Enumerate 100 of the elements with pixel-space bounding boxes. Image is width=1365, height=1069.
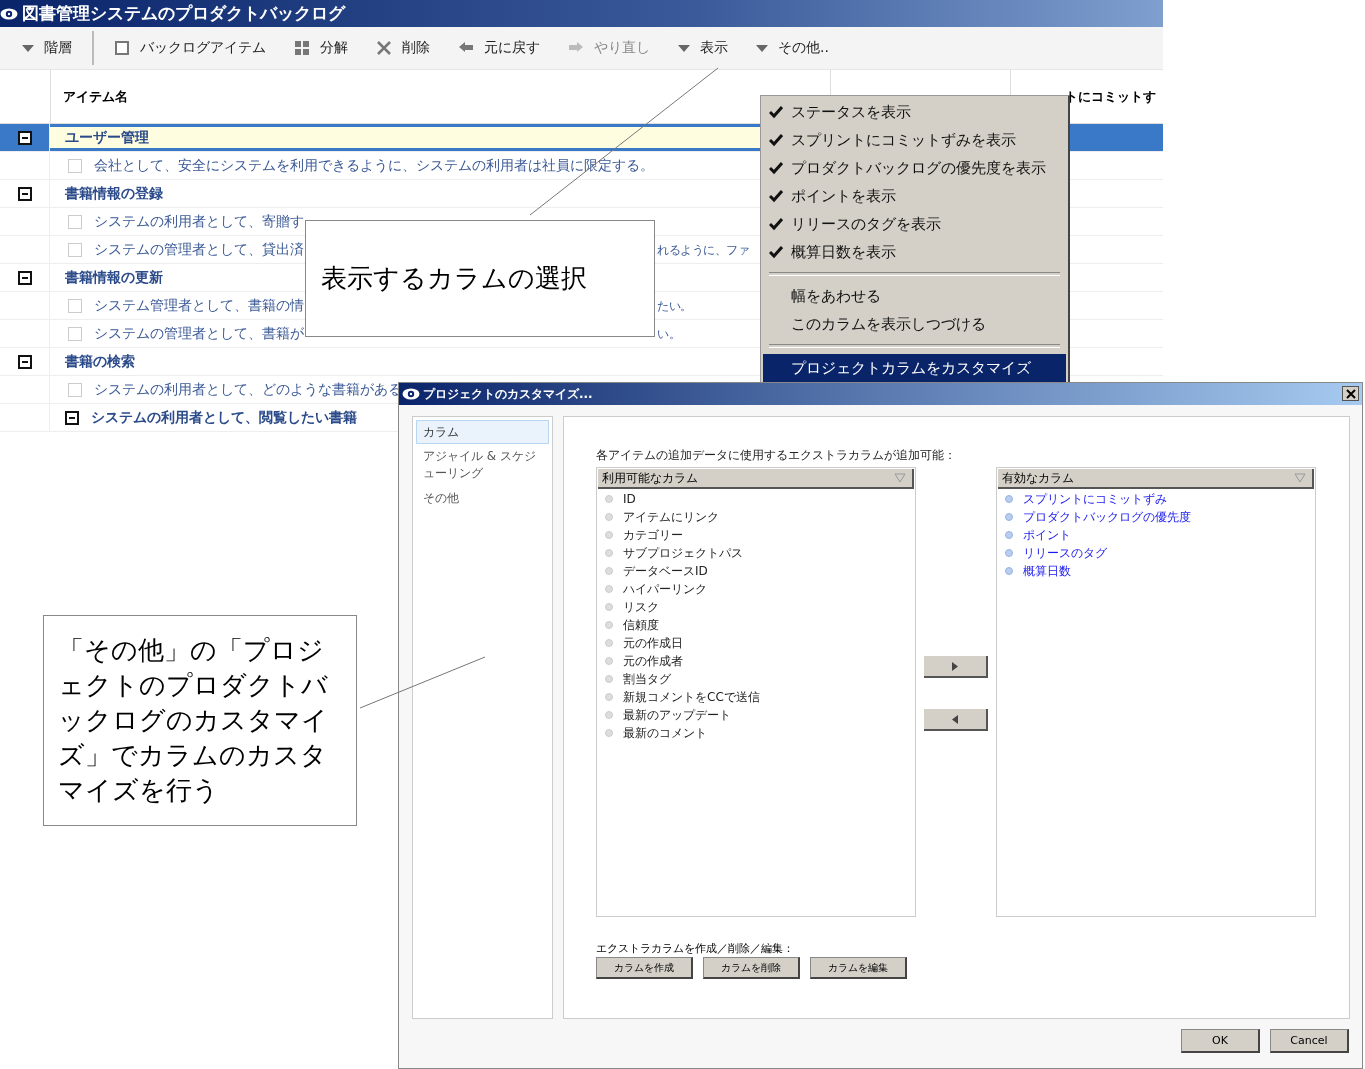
callout-box: 表示するカラムの選択 bbox=[305, 220, 655, 337]
dialog-button[interactable]: Cancel bbox=[1270, 1029, 1349, 1053]
nav-item[interactable]: その他 bbox=[416, 486, 549, 510]
column-header[interactable]: アイテム名 bbox=[63, 87, 128, 106]
item-text[interactable]: システムの利用者として、閲覧したい書籍 bbox=[91, 408, 357, 427]
toolbar-button[interactable]: 削除 bbox=[362, 32, 444, 64]
toolbar-button[interactable]: バックログアイテム bbox=[100, 32, 280, 64]
collapse-icon[interactable] bbox=[17, 186, 32, 201]
nav-item[interactable]: アジャイル & スケジューリング bbox=[416, 446, 549, 484]
item-text[interactable]: システムの管理者として、書籍が bbox=[94, 324, 304, 343]
group-title[interactable]: 書籍の検索 bbox=[65, 352, 135, 371]
caret-icon bbox=[756, 44, 768, 52]
list-item[interactable]: アイテムにリンク bbox=[623, 508, 719, 526]
column-button[interactable]: カラムを編集 bbox=[810, 957, 907, 979]
collapse-icon[interactable] bbox=[65, 410, 79, 425]
group-title[interactable]: 書籍情報の更新 bbox=[65, 268, 163, 287]
checkbox[interactable] bbox=[68, 298, 82, 313]
list-item[interactable]: カテゴリー bbox=[623, 526, 683, 544]
menu-item[interactable]: 概算日数を表示 bbox=[763, 238, 1066, 266]
close-icon bbox=[1345, 388, 1356, 399]
menu-item[interactable]: プロジェクトカラムをカスタマイズ bbox=[763, 354, 1066, 382]
callout-box: 「その他」の「プロジェクトのプロダクトバックログのカスタマイズ」でカラムのカスタマイズを行う bbox=[43, 615, 357, 826]
menu-item[interactable]: ポイントを表示 bbox=[763, 182, 1066, 210]
menu-item[interactable]: プロダクトバックログの優先度を表示 bbox=[763, 154, 1066, 182]
instruction-text: 各アイテムの追加データに使用するエクストラカラムが追加可能： bbox=[596, 447, 957, 464]
toolbar-button[interactable]: 階層 bbox=[8, 32, 86, 64]
selected-row[interactable]: ユーザー管理 bbox=[50, 124, 760, 151]
close-button[interactable] bbox=[1342, 386, 1359, 401]
sort-icon bbox=[1294, 473, 1306, 483]
list-item[interactable]: 元の作成者 bbox=[623, 652, 683, 670]
remove-button[interactable] bbox=[924, 709, 988, 731]
list-item[interactable]: ID bbox=[623, 492, 636, 506]
group-title[interactable]: ユーザー管理 bbox=[65, 128, 149, 147]
list-item[interactable]: サブプロジェクトパス bbox=[623, 544, 743, 562]
menu-item[interactable]: リリースのタグを表示 bbox=[763, 210, 1066, 238]
list-item[interactable]: データベースID bbox=[623, 562, 708, 580]
item-text[interactable]: 会社として、安全にシステムを利用できるように、システムの利用者は社員に限定する。 bbox=[94, 156, 654, 175]
checkbox[interactable] bbox=[68, 214, 82, 229]
bullet-icon bbox=[605, 711, 613, 719]
eye-icon bbox=[402, 388, 420, 400]
bullet-icon bbox=[605, 531, 613, 539]
group-title[interactable]: 書籍情報の登録 bbox=[65, 184, 163, 203]
list-item[interactable]: 最新のアップデート bbox=[623, 706, 731, 724]
bullet-icon bbox=[605, 657, 613, 665]
column-header[interactable]: トにコミットす bbox=[1065, 87, 1156, 106]
item-text[interactable]: システムの管理者として、貸出済 bbox=[94, 240, 304, 259]
checkbox[interactable] bbox=[68, 326, 82, 341]
menu-item[interactable]: このカラムを表示しつづける bbox=[763, 310, 1066, 338]
list-item[interactable]: 信頼度 bbox=[623, 616, 659, 634]
list-item[interactable]: 概算日数 bbox=[1023, 562, 1071, 580]
bullet-icon bbox=[605, 621, 613, 629]
list-item[interactable]: ポイント bbox=[1023, 526, 1071, 544]
collapse-icon[interactable] bbox=[17, 354, 32, 369]
list-item[interactable]: リスク bbox=[623, 598, 659, 616]
eye-icon bbox=[0, 7, 18, 20]
toolbar-button[interactable]: その他.. bbox=[742, 32, 843, 64]
bullet-icon bbox=[1005, 513, 1013, 521]
list-item[interactable]: プロダクトバックログの優先度 bbox=[1023, 508, 1191, 526]
menu-item[interactable]: スプリントにコミットずみを表示 bbox=[763, 126, 1066, 154]
menu-item[interactable]: ステータスを表示 bbox=[763, 98, 1066, 126]
toolbar-button[interactable]: 分解 bbox=[280, 32, 362, 64]
column-button[interactable]: カラムを削除 bbox=[703, 957, 800, 979]
list-item[interactable]: 割当タグ bbox=[623, 670, 671, 688]
item-text[interactable]: システムの利用者として、寄贈す bbox=[94, 212, 304, 231]
caret-icon bbox=[22, 44, 34, 52]
grid-icon bbox=[294, 40, 310, 56]
list-item[interactable]: スプリントにコミットずみ bbox=[1023, 490, 1167, 508]
item-text[interactable]: システム管理者として、書籍の情 bbox=[94, 296, 304, 315]
bullet-icon bbox=[605, 729, 613, 737]
window-title: 図書管理システムのプロダクトバックログ bbox=[22, 2, 345, 25]
nav-item[interactable]: カラム bbox=[416, 420, 549, 444]
dialog-title: プロジェクトのカスタマイズ... bbox=[423, 385, 593, 403]
column-button[interactable]: カラムを作成 bbox=[596, 957, 693, 979]
bullet-icon bbox=[605, 585, 613, 593]
checkbox[interactable] bbox=[68, 382, 82, 397]
collapse-icon[interactable] bbox=[17, 270, 32, 285]
bullet-icon bbox=[1005, 495, 1013, 503]
bullet-icon bbox=[1005, 567, 1013, 575]
collapse-icon[interactable] bbox=[17, 130, 32, 145]
bullet-icon bbox=[1005, 531, 1013, 539]
bullet-icon bbox=[605, 549, 613, 557]
bullet-icon bbox=[1005, 549, 1013, 557]
list-item[interactable]: 最新のコメント bbox=[623, 724, 707, 742]
dialog-button[interactable]: OK bbox=[1181, 1029, 1260, 1053]
list-item[interactable]: ハイパーリンク bbox=[623, 580, 707, 598]
menu-item[interactable]: 幅をあわせる bbox=[763, 282, 1066, 310]
list-item[interactable]: 新規コメントをCCで送信 bbox=[623, 688, 760, 706]
list-item[interactable]: リリースのタグ bbox=[1023, 544, 1107, 562]
item-text[interactable]: れるように、ファ bbox=[657, 242, 749, 259]
item-text[interactable]: い。 bbox=[657, 326, 680, 343]
add-button[interactable] bbox=[924, 656, 988, 678]
toolbar-button[interactable]: 表示 bbox=[664, 32, 742, 64]
toolbar-button[interactable]: 元に戻す bbox=[444, 32, 554, 64]
bullet-icon bbox=[605, 603, 613, 611]
list-item[interactable]: 元の作成日 bbox=[623, 634, 683, 652]
bullet-icon bbox=[605, 495, 613, 503]
item-text[interactable]: たい。 bbox=[657, 298, 692, 315]
checkbox[interactable] bbox=[68, 158, 82, 173]
checkbox[interactable] bbox=[68, 242, 82, 257]
bullet-icon bbox=[605, 675, 613, 683]
